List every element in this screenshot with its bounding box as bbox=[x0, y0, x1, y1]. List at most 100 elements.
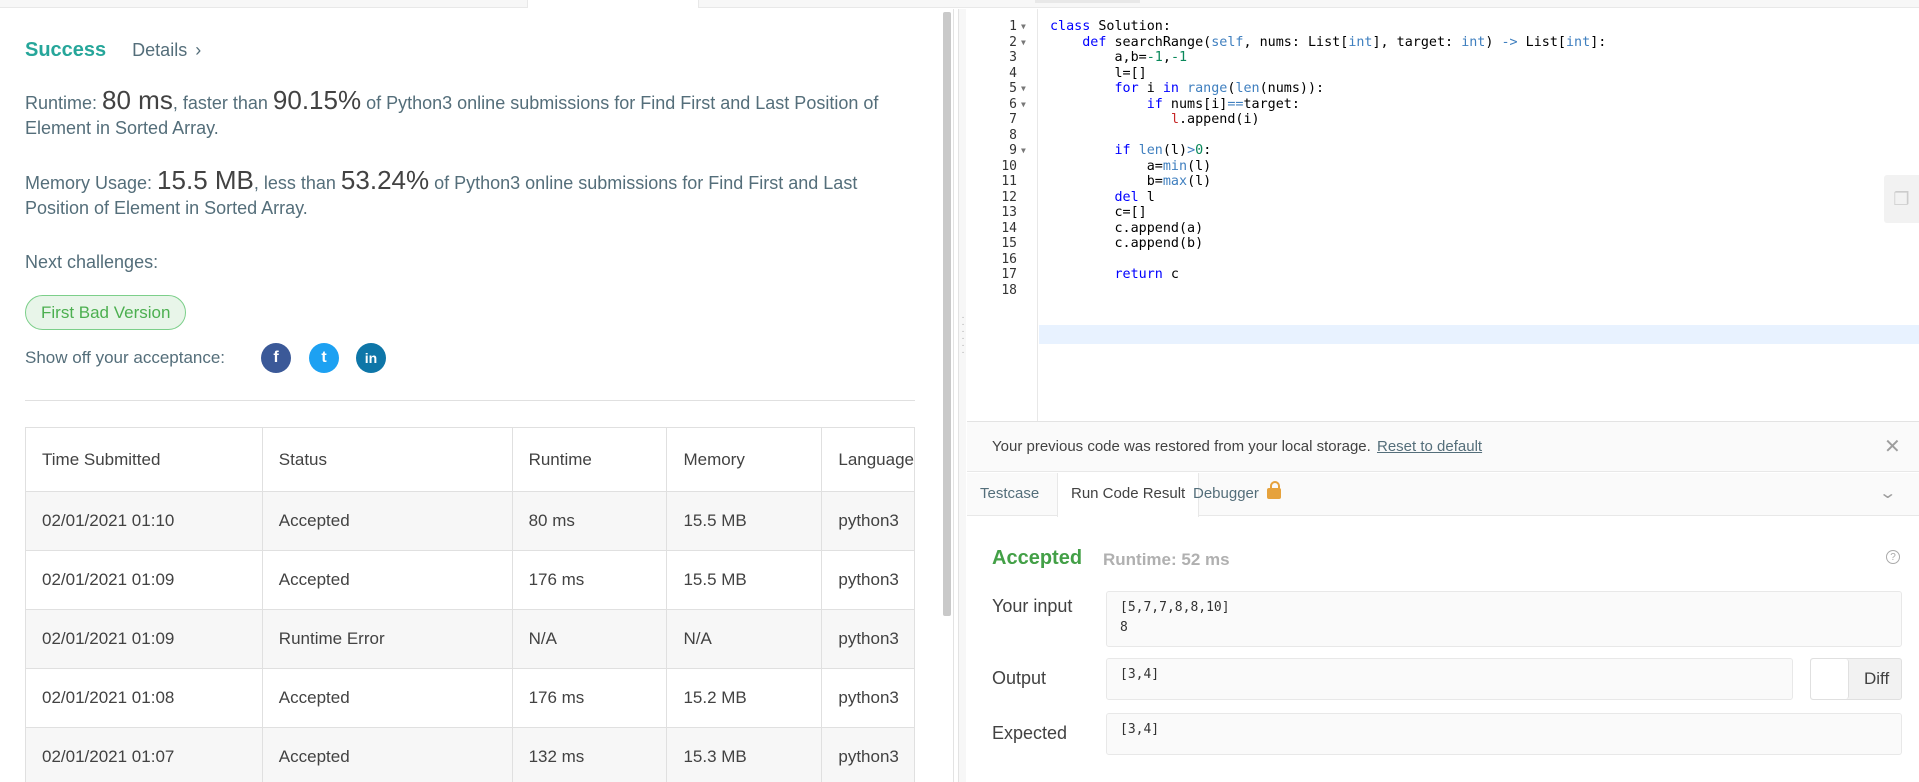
line-number: 16 bbox=[1001, 251, 1017, 267]
memory-stat: Memory Usage: 15.5 MB, less than 53.24% … bbox=[25, 165, 925, 221]
line-number: 7 bbox=[1009, 112, 1017, 127]
line-number: 13 bbox=[1001, 205, 1017, 220]
details-link[interactable]: Details › bbox=[132, 40, 201, 61]
help-icon[interactable]: ? bbox=[1886, 550, 1900, 564]
show-off-label: Show off your acceptance: bbox=[25, 348, 226, 367]
cell-language: python3 bbox=[821, 727, 915, 782]
result-header: Success Details › bbox=[25, 39, 201, 62]
cell-time: 02/01/2021 01:09 bbox=[25, 550, 263, 610]
fold-arrow-icon[interactable]: ▼ bbox=[1021, 100, 1026, 109]
cell-status-link[interactable]: Accepted bbox=[261, 668, 513, 728]
active-top-tab[interactable] bbox=[527, 0, 699, 8]
cell-memory: 15.2 MB bbox=[666, 668, 823, 728]
chevron-right-icon: › bbox=[195, 40, 202, 60]
chevron-down-icon[interactable]: ⌄ bbox=[1878, 483, 1897, 503]
line-number-gutter: 1 ▼ 2 ▼ 3 4 5 ▼ 6 ▼ 7 8 9 ▼ 10 11 12 13 14 15 16 17 18 bbox=[967, 9, 1038, 421]
header-time[interactable]: Time Submitted bbox=[25, 427, 263, 492]
line-number: 5 bbox=[1009, 81, 1017, 96]
expected-label: Expected bbox=[992, 723, 1068, 743]
code-line[interactable]: c.append(b) bbox=[1050, 234, 1203, 253]
left-panel-border bbox=[953, 9, 954, 782]
fold-arrow-icon[interactable]: ▼ bbox=[1021, 22, 1026, 31]
copy-icon[interactable]: ❐ bbox=[1884, 175, 1919, 223]
output-label: Output bbox=[992, 668, 1047, 688]
cell-time: 02/01/2021 01:09 bbox=[25, 609, 263, 669]
cell-runtime: N/A bbox=[511, 609, 668, 669]
run-runtime: Runtime: 52 ms bbox=[1103, 550, 1230, 569]
left-panel-scrollbar[interactable] bbox=[943, 12, 951, 616]
drag-handle-icon: · · · · · · bbox=[961, 312, 965, 358]
tab-debugger-label: Debugger bbox=[1193, 485, 1259, 502]
line-number: 2 bbox=[1009, 34, 1017, 50]
top-toolbar-button[interactable] bbox=[1035, 0, 1140, 3]
console-panel: Your previous code was restored from you… bbox=[967, 421, 1919, 782]
memory-value: 15.5 MB bbox=[157, 165, 254, 195]
cell-status-link[interactable]: Accepted bbox=[261, 491, 513, 551]
input-label: Your input bbox=[992, 596, 1073, 616]
tab-testcase[interactable]: Testcase bbox=[980, 473, 1039, 516]
input-value: [5,7,7,8,8,10] 8 bbox=[1106, 591, 1902, 647]
header-status[interactable]: Status bbox=[261, 427, 513, 492]
table-row: 02/01/2021 01:09 Runtime Error N/A N/A p… bbox=[25, 609, 915, 669]
table-row: 02/01/2021 01:07 Accepted 132 ms 15.3 MB… bbox=[25, 727, 915, 782]
submissions-table: Time Submitted Status Runtime Memory Lan… bbox=[25, 427, 915, 782]
tab-debugger[interactable]: Debugger bbox=[1193, 473, 1281, 516]
code-line[interactable]: return c bbox=[1050, 265, 1180, 284]
cell-runtime: 176 ms bbox=[511, 550, 668, 610]
cell-time: 02/01/2021 01:10 bbox=[25, 491, 263, 551]
cell-language: python3 bbox=[821, 550, 915, 610]
cell-status-link[interactable]: Accepted bbox=[261, 727, 513, 782]
runtime-stat: Runtime: 80 ms, faster than 90.15% of Py… bbox=[25, 87, 925, 141]
line-number: 14 bbox=[1001, 220, 1017, 236]
line-number: 6 bbox=[1009, 96, 1017, 112]
table-row: 02/01/2021 01:09 Accepted 176 ms 15.5 MB… bbox=[25, 550, 915, 610]
line-number: 4 bbox=[1009, 65, 1017, 81]
line-number: 8 bbox=[1009, 127, 1017, 143]
restore-notice: Your previous code was restored from you… bbox=[967, 422, 1919, 472]
code-line[interactable]: l.append(i) bbox=[1050, 110, 1260, 129]
linkedin-icon[interactable]: in bbox=[356, 343, 386, 373]
close-icon[interactable]: ✕ bbox=[1884, 434, 1901, 459]
memory-mid: , less than bbox=[253, 173, 341, 193]
line-number: 12 bbox=[1001, 189, 1017, 205]
cell-runtime: 132 ms bbox=[511, 727, 668, 782]
table-header-row: Time Submitted Status Runtime Memory Lan… bbox=[25, 427, 915, 492]
twitter-icon[interactable]: t bbox=[309, 343, 339, 373]
line-number: 1 bbox=[1009, 19, 1017, 34]
run-status: Accepted bbox=[992, 547, 1083, 569]
cell-time: 02/01/2021 01:07 bbox=[25, 727, 263, 782]
line-number: 9 bbox=[1009, 143, 1017, 158]
fold-arrow-icon[interactable]: ▼ bbox=[1021, 38, 1026, 47]
tab-run-code-result[interactable]: Run Code Result bbox=[1057, 473, 1200, 517]
runtime-prefix: Runtime: bbox=[25, 93, 103, 113]
cell-status-link[interactable]: Accepted bbox=[261, 550, 513, 610]
cell-runtime: 80 ms bbox=[511, 491, 668, 551]
table-row: 02/01/2021 01:10 Accepted 80 ms 15.5 MB … bbox=[25, 491, 915, 551]
header-language[interactable]: Language bbox=[821, 427, 915, 492]
console-tabs: Testcase Run Code Result Debugger ⌄ bbox=[967, 473, 1919, 517]
cell-language: python3 bbox=[821, 668, 915, 728]
diff-label: Diff bbox=[1864, 669, 1890, 688]
code-editor[interactable]: 1 ▼ 2 ▼ 3 4 5 ▼ 6 ▼ 7 8 9 ▼ 10 11 12 13 14 15 16 17 18 class S… bbox=[967, 9, 1919, 421]
runtime-mid: , faster than bbox=[172, 93, 273, 113]
next-challenges-label: Next challenges: bbox=[25, 252, 159, 272]
panel-resize-handle[interactable]: · · · · · · bbox=[958, 9, 966, 782]
cell-memory: N/A bbox=[666, 609, 823, 669]
cell-status-link[interactable]: Runtime Error bbox=[261, 609, 513, 669]
cell-time: 02/01/2021 01:08 bbox=[25, 668, 263, 728]
fold-arrow-icon[interactable]: ▼ bbox=[1021, 84, 1026, 93]
diff-toggle[interactable]: Diff bbox=[1810, 658, 1902, 700]
cell-memory: 15.5 MB bbox=[666, 491, 823, 551]
header-memory[interactable]: Memory bbox=[666, 427, 823, 492]
cell-language: python3 bbox=[821, 609, 915, 669]
output-value: [3,4] bbox=[1106, 658, 1793, 700]
fold-arrow-icon[interactable]: ▼ bbox=[1021, 146, 1026, 155]
facebook-icon[interactable]: f bbox=[261, 343, 291, 373]
expected-value: [3,4] bbox=[1106, 713, 1902, 755]
diff-toggle-knob bbox=[1811, 659, 1849, 699]
details-label: Details bbox=[132, 40, 188, 60]
header-runtime[interactable]: Runtime bbox=[511, 427, 668, 492]
next-challenge-chip[interactable]: First Bad Version bbox=[25, 295, 187, 330]
reset-to-default-link[interactable]: Reset to default bbox=[1377, 438, 1482, 455]
memory-prefix: Memory Usage: bbox=[25, 173, 158, 193]
